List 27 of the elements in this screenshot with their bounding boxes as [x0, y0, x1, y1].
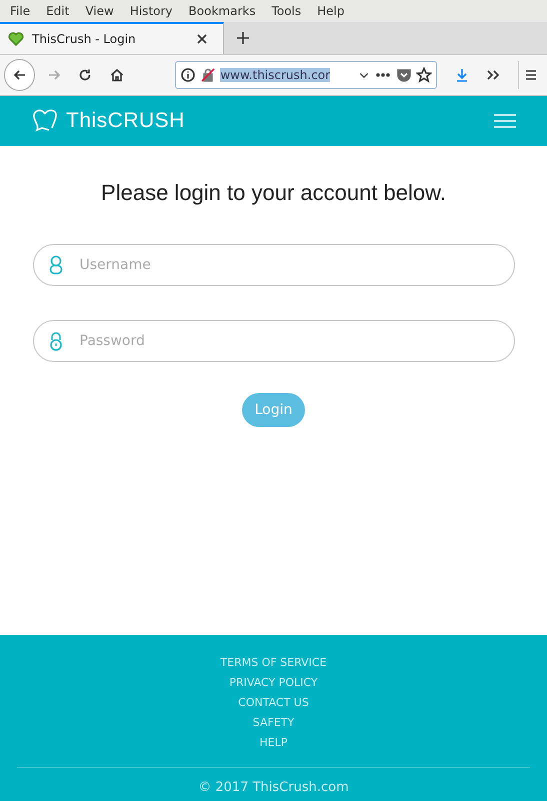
- back-button[interactable]: [4, 59, 36, 91]
- menu-item[interactable]: Bookmarks: [182, 4, 266, 18]
- heart-icon: [8, 31, 24, 47]
- menu-item[interactable]: Tools: [266, 4, 312, 18]
- tab-title: ThisCrush - Login: [32, 32, 137, 46]
- insecure-lock-icon: [200, 67, 216, 83]
- reload-icon: [77, 67, 94, 83]
- user-icon: [48, 255, 62, 275]
- page-heading: Please login to your account below.: [101, 180, 446, 206]
- hamburger-icon: [494, 113, 516, 129]
- menu-item[interactable]: File: [4, 4, 40, 18]
- pocket-icon: [396, 67, 412, 83]
- menu-item[interactable]: History: [124, 4, 183, 18]
- username-field[interactable]: Username: [32, 244, 514, 286]
- menu-item[interactable]: Edit: [40, 4, 80, 18]
- password-field[interactable]: Password: [32, 320, 514, 362]
- plus-icon: [235, 30, 251, 46]
- browser-tab[interactable]: ThisCrush - Login: [0, 22, 224, 54]
- lock-icon: [48, 331, 62, 351]
- star-icon: [416, 67, 432, 83]
- menu-item[interactable]: View: [79, 4, 124, 18]
- info-icon: [180, 67, 196, 83]
- address-bar[interactable]: www.thiscrush.cor: [175, 61, 437, 89]
- home-icon: [108, 67, 125, 83]
- copyright-text: © 2017 ThisCrush.com: [198, 780, 349, 795]
- menu-item[interactable]: Help: [311, 4, 354, 18]
- url-text: www.thiscrush.cor: [220, 68, 330, 82]
